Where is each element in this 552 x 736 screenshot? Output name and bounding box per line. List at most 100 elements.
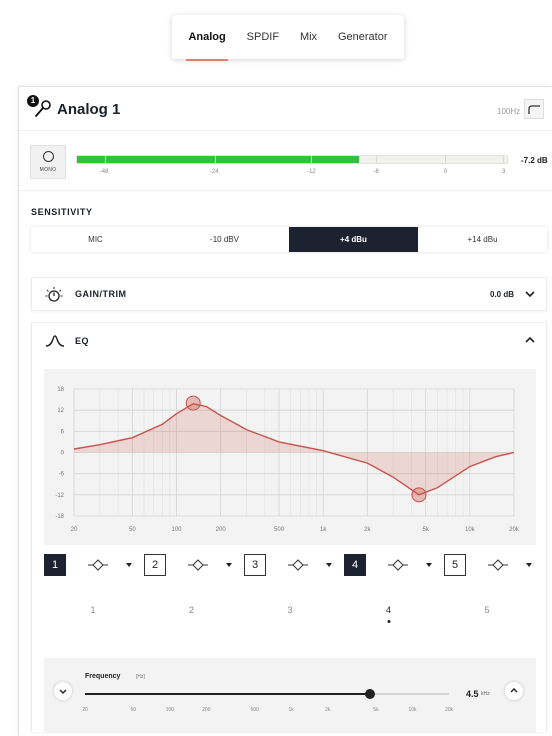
tab-mix[interactable]: Mix xyxy=(298,25,319,49)
y-tick-label: 0 xyxy=(61,451,65,457)
y-tick-label: -6 xyxy=(59,472,65,478)
dropdown-arrow-icon[interactable] xyxy=(126,563,132,567)
dropdown-arrow-icon[interactable] xyxy=(226,563,232,567)
frequency-slider-tick-label: 2k xyxy=(325,707,331,713)
eq-band-3[interactable]: 3 xyxy=(244,554,342,576)
meter-scale-label: -12 xyxy=(307,169,316,175)
sensitivity-option-plus4dbu[interactable]: +4 dBu xyxy=(289,227,418,252)
sensitivity-option-minus10dbv[interactable]: -10 dBV xyxy=(160,227,289,252)
frequency-slider-tick-label: 1k xyxy=(288,707,294,713)
eq-band-labels: 1 2 3 4 5 xyxy=(44,605,536,625)
eq-band-number[interactable]: 1 xyxy=(44,554,66,576)
chevron-up-icon[interactable] xyxy=(525,335,535,345)
dropdown-arrow-icon[interactable] xyxy=(326,563,332,567)
bell-filter-icon[interactable] xyxy=(188,558,208,572)
eq-title: EQ xyxy=(75,336,90,346)
x-tick-label: 2k xyxy=(364,527,371,533)
frequency-value: 4.5 xyxy=(466,689,479,699)
meter-scale-label: -24 xyxy=(209,169,219,175)
frequency-slider-tick-label: 20k xyxy=(444,707,454,713)
frequency-slider[interactable] xyxy=(85,689,449,699)
meter-tick xyxy=(311,156,313,163)
mono-circle-icon xyxy=(43,151,54,162)
eq-band-4[interactable]: 4 xyxy=(344,554,442,576)
gain-trim-title: GAIN/TRIM xyxy=(75,289,127,299)
frequency-slider-thumb[interactable] xyxy=(365,689,376,699)
frequency-slider-tick-label: 10k xyxy=(408,707,417,713)
y-tick-label: 18 xyxy=(57,387,64,393)
x-tick-label: 500 xyxy=(274,527,285,533)
x-tick-label: 1k xyxy=(320,527,327,533)
mono-button[interactable]: MONO xyxy=(30,145,66,179)
bell-filter-icon[interactable] xyxy=(288,558,308,572)
eq-band-number[interactable]: 5 xyxy=(444,554,466,576)
frequency-increase-button[interactable] xyxy=(505,682,523,700)
x-tick-label: 200 xyxy=(216,527,227,533)
eq-band-5[interactable]: 5 xyxy=(444,554,542,576)
x-tick-label: 50 xyxy=(129,527,136,533)
x-tick-label: 100 xyxy=(172,527,183,533)
level-meter-fill xyxy=(77,156,359,163)
chevron-down-icon[interactable] xyxy=(525,289,535,299)
gain-trim-section[interactable]: GAIN/TRIM 0.0 dB xyxy=(31,277,547,311)
level-meter-row: MONO -7.2 dB -48 -24 -12 -6 0 3 xyxy=(19,131,552,191)
sensitivity-option-mic[interactable]: MIC xyxy=(31,227,160,252)
x-tick-label: 20k xyxy=(509,527,520,533)
eq-section: EQ 20 50 100 200 500 1k 2k 5k 10k 20k 18 12 6 0 -6 -12-… xyxy=(31,322,547,733)
eq-band-tab-label[interactable]: 5 xyxy=(484,605,489,615)
x-tick-label: 20 xyxy=(71,527,78,533)
y-tick-label: -12 xyxy=(55,493,64,499)
dropdown-arrow-icon[interactable] xyxy=(526,563,532,567)
sensitivity-option-plus14dbu[interactable]: +14 dBu xyxy=(418,227,547,252)
level-meter xyxy=(76,155,508,164)
meter-scale-label: 3 xyxy=(502,169,506,175)
bell-filter-icon[interactable] xyxy=(388,558,408,572)
x-tick-label: 5k xyxy=(423,527,430,533)
frequency-label: Frequency xyxy=(85,673,121,680)
bell-filter-icon[interactable] xyxy=(88,558,108,572)
eq-band-tab-label[interactable]: 3 xyxy=(287,605,292,615)
eq-band-2[interactable]: 2 xyxy=(144,554,242,576)
y-tick-label: -18 xyxy=(55,514,64,520)
eq-band-tab-label[interactable]: 4 xyxy=(386,605,391,615)
frequency-slider-tick-label: 50 xyxy=(130,707,137,713)
meter-scale-label: 0 xyxy=(443,169,448,175)
hpf-toggle-button[interactable] xyxy=(524,99,544,119)
meter-tick xyxy=(444,156,446,163)
meter-tick xyxy=(104,156,106,163)
chevron-up-icon xyxy=(510,688,518,693)
bell-filter-icon[interactable] xyxy=(488,558,508,572)
high-pass-icon xyxy=(528,105,540,114)
frequency-slider-tick-label: 200 xyxy=(202,707,211,713)
frequency-decrease-button[interactable] xyxy=(54,682,72,700)
frequency-value-unit: kHz xyxy=(481,691,490,697)
eq-band-handle[interactable] xyxy=(185,395,201,411)
eq-band-handle[interactable] xyxy=(411,487,427,503)
eq-band-number[interactable]: 2 xyxy=(144,554,166,576)
channel-panel: 1 Analog 1 100Hz MONO -7.2 dB -48 -24 -12 -… xyxy=(18,86,552,736)
y-tick-label: 12 xyxy=(57,408,64,414)
frequency-unit-label: [Hz] xyxy=(136,674,145,680)
eq-response-graph[interactable]: 20 50 100 200 500 1k 2k 5k 10k 20k 18 12 6 0 -6 -12 -18 xyxy=(44,369,536,545)
tab-analog[interactable]: Analog xyxy=(186,25,229,61)
dropdown-arrow-icon[interactable] xyxy=(426,563,432,567)
meter-scale-label: -6 xyxy=(373,169,379,175)
channel-title: Analog 1 xyxy=(57,101,121,118)
tab-spdif[interactable]: SPDIF xyxy=(245,25,281,49)
eq-band-number[interactable]: 3 xyxy=(244,554,266,576)
x-tick-label: 10k xyxy=(465,527,476,533)
eq-band-tab-label[interactable]: 1 xyxy=(90,605,95,615)
meter-tick xyxy=(214,156,216,163)
channel-number-badge: 1 xyxy=(27,95,39,107)
eq-band-1[interactable]: 1 xyxy=(44,554,142,576)
frequency-slider-tick-label: 20 xyxy=(82,707,88,713)
channel-header: 1 Analog 1 100Hz xyxy=(19,87,552,131)
tab-generator[interactable]: Generator xyxy=(336,25,390,49)
hpf-frequency-label: 100Hz xyxy=(497,107,521,116)
frequency-slider-tick-label: 100 xyxy=(165,707,174,713)
meter-tick xyxy=(375,156,377,163)
eq-band-number[interactable]: 4 xyxy=(344,554,366,576)
meter-scale-label: -48 xyxy=(99,169,109,175)
eq-band-tab-label[interactable]: 2 xyxy=(189,605,194,615)
selected-band-indicator xyxy=(387,620,390,623)
